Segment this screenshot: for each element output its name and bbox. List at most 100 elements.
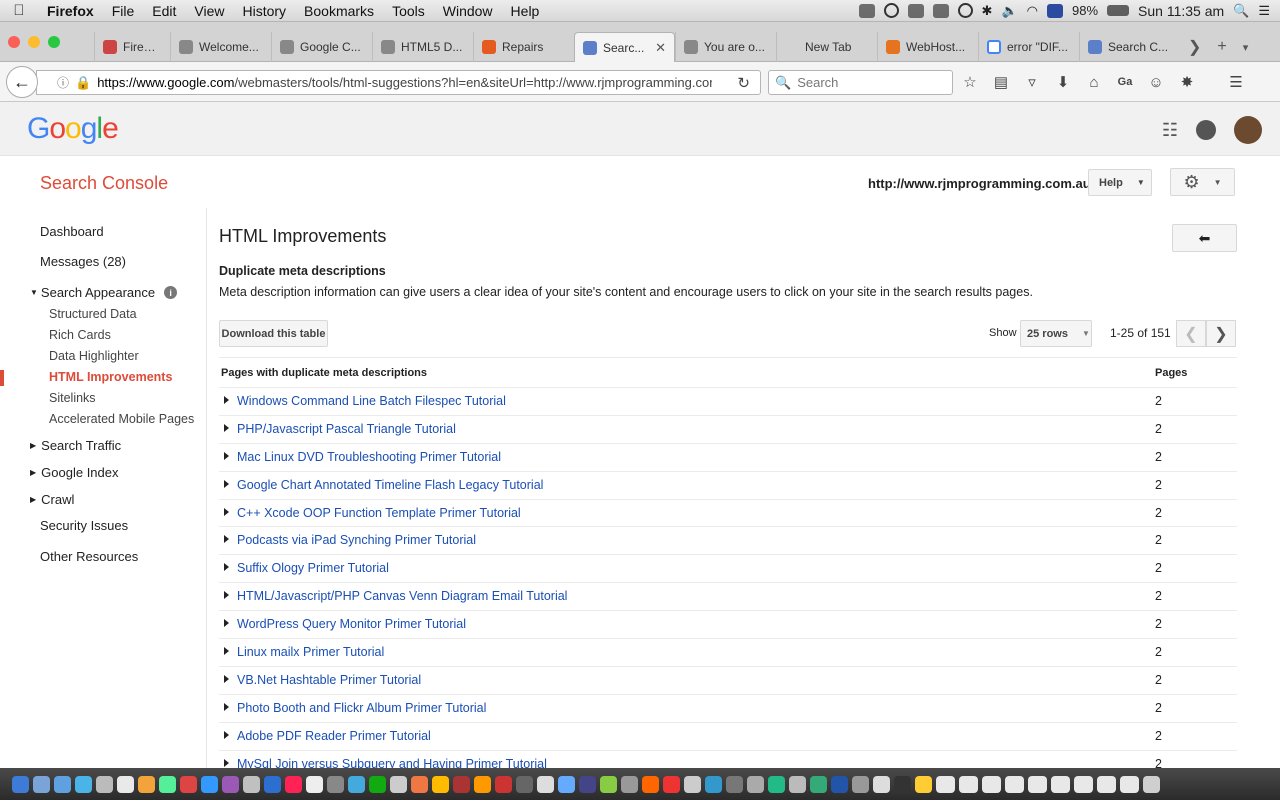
list-tabs-icon[interactable]: ▾ [1243,41,1249,54]
dock-app-icon[interactable] [222,775,239,793]
menu-history[interactable]: History [233,3,295,19]
expand-row-icon[interactable] [224,507,229,516]
sidebar-item-search-traffic[interactable]: ▶ Search Traffic [30,438,121,453]
dock-app-icon[interactable] [33,775,50,793]
dock-app-icon[interactable] [852,775,869,793]
dock-app-icon[interactable] [789,775,806,793]
info-icon[interactable]: i [164,286,178,299]
tab[interactable]: WebHost... [877,32,978,62]
table-row[interactable]: Photo Booth and Flickr Album Primer Tuto… [219,695,1237,723]
dock-app-icon[interactable] [432,775,449,793]
wifi-icon[interactable]: ◠ [1027,3,1038,19]
url-bar[interactable]: ⓘ 🔒 https://www.google.com/webmasters/to… [36,70,761,95]
row-title-link[interactable]: Suffix Ology Primer Tutorial [237,561,389,575]
row-title-link[interactable]: Linux mailx Primer Tutorial [237,645,384,659]
table-row[interactable]: Linux mailx Primer Tutorial 2 [219,639,1237,667]
expand-row-icon[interactable] [224,396,229,404]
column-header-pages[interactable]: Pages [1155,367,1187,379]
dock-app-icon[interactable] [54,775,71,793]
clock[interactable]: Sun 11:35 am [1138,3,1224,19]
dock-minimized-window-icon[interactable] [1120,775,1139,793]
table-row[interactable]: WordPress Query Monitor Primer Tutorial 2 [219,611,1237,640]
dock-app-icon[interactable] [537,775,554,793]
tab[interactable]: Repairs [473,32,574,62]
pocket-icon[interactable]: ▿ [1022,72,1042,92]
sidebar-item-sitelinks[interactable]: Sitelinks [49,391,96,405]
menu-view[interactable]: View [185,3,233,19]
table-row[interactable]: Podcasts via iPad Synching Primer Tutori… [219,527,1237,556]
sidebar-item-rich-cards[interactable]: Rich Cards [49,328,111,342]
sidebar-item-data-highlighter[interactable]: Data Highlighter [49,349,139,363]
dock-minimized-window-icon[interactable] [982,775,1001,793]
row-title-link[interactable]: PHP/Javascript Pascal Triangle Tutorial [237,422,456,436]
settings-button[interactable]: ⚙ ▼ [1170,168,1235,196]
expand-row-icon[interactable] [224,647,229,656]
expand-row-icon[interactable] [224,619,229,628]
table-row[interactable]: VB.Net Hashtable Primer Tutorial 2 [219,667,1237,695]
dock-app-icon[interactable] [117,775,134,793]
close-window-button[interactable] [8,36,20,48]
dock-app-icon[interactable] [285,775,302,793]
dock-app-icon[interactable] [348,775,365,793]
dock-app-icon[interactable] [243,775,260,793]
table-row[interactable]: C++ Xcode OOP Function Template Primer T… [219,500,1237,528]
menu-bookmarks[interactable]: Bookmarks [295,3,383,19]
dock-app-icon[interactable] [96,775,113,793]
apple-menu-icon[interactable]:  [0,2,38,19]
dock-app-icon[interactable] [264,775,281,793]
dock-app-icon[interactable] [579,775,596,793]
site-url[interactable]: http://www.rjmprogramming.com.au/ [868,176,1094,191]
volume-icon[interactable]: 🔈 [1001,3,1017,19]
dock-minimized-window-icon[interactable] [1005,775,1024,793]
column-header-pages-with[interactable]: Pages with duplicate meta descriptions [221,367,427,379]
sidebar-item-google-index[interactable]: ▶ Google Index [30,465,119,480]
dock-app-icon[interactable] [705,775,722,793]
site-info-icon[interactable]: ⓘ [57,74,69,91]
extension-label[interactable]: Ga [1115,72,1135,92]
row-title-link[interactable]: Mac Linux DVD Troubleshooting Primer Tut… [237,450,501,464]
sidebar-item-crawl[interactable]: ▶ Crawl [30,492,74,507]
tab[interactable]: Firebug [94,32,170,62]
row-title-link[interactable]: WordPress Query Monitor Primer Tutorial [237,617,466,631]
expand-row-icon[interactable] [224,730,229,739]
back-button[interactable]: ← [6,66,38,98]
dock-app-icon[interactable] [747,775,764,793]
dock-app-icon[interactable] [684,775,701,793]
google-logo[interactable]: Google [27,112,119,146]
sidebar-item-messages[interactable]: Messages (28) [40,254,126,269]
expand-row-icon[interactable] [224,451,229,460]
expand-row-icon[interactable] [224,674,229,683]
new-tab-button[interactable]: + [1217,38,1226,56]
dock-app-icon[interactable] [453,775,470,793]
reload-icon[interactable]: ↻ [737,74,750,92]
tab[interactable]: error "DIF... [978,32,1079,62]
table-row[interactable]: Adobe PDF Reader Primer Tutorial 2 [219,723,1237,751]
dock-app-icon[interactable] [663,775,680,793]
notification-center-icon[interactable]: ☰ [1258,3,1270,19]
tab[interactable]: Google C... [271,32,372,62]
dock-app-icon[interactable] [558,775,575,793]
airplay-icon[interactable] [932,3,949,18]
tab[interactable]: Search C... [1079,32,1180,62]
dock-app-icon[interactable] [369,775,386,793]
dock-app-icon[interactable] [201,775,218,793]
dock-minimized-window-icon[interactable] [1028,775,1047,793]
scroll-tabs-right-icon[interactable]: ❯ [1188,37,1201,57]
dock-app-icon[interactable] [306,775,323,793]
dock-app-icon[interactable] [621,775,638,793]
dock-app-icon[interactable] [894,775,911,793]
dock-app-icon[interactable] [12,775,29,793]
time-machine-icon[interactable] [957,3,973,18]
help-button[interactable]: Help ▼ [1088,169,1152,196]
row-title-link[interactable]: Podcasts via iPad Synching Primer Tutori… [237,533,476,547]
status-icon[interactable] [907,3,924,18]
dock-minimized-window-icon[interactable] [1051,775,1070,793]
tab[interactable]: You are o... [675,32,776,62]
dock-app-icon[interactable] [915,775,932,793]
battery-icon[interactable] [1107,5,1130,16]
search-console-title[interactable]: Search Console [40,173,168,194]
dock-app-icon[interactable] [768,775,785,793]
table-row[interactable]: HTML/Javascript/PHP Canvas Venn Diagram … [219,583,1237,612]
sidebar-item-structured-data[interactable]: Structured Data [49,307,137,321]
expand-row-icon[interactable] [224,758,229,767]
